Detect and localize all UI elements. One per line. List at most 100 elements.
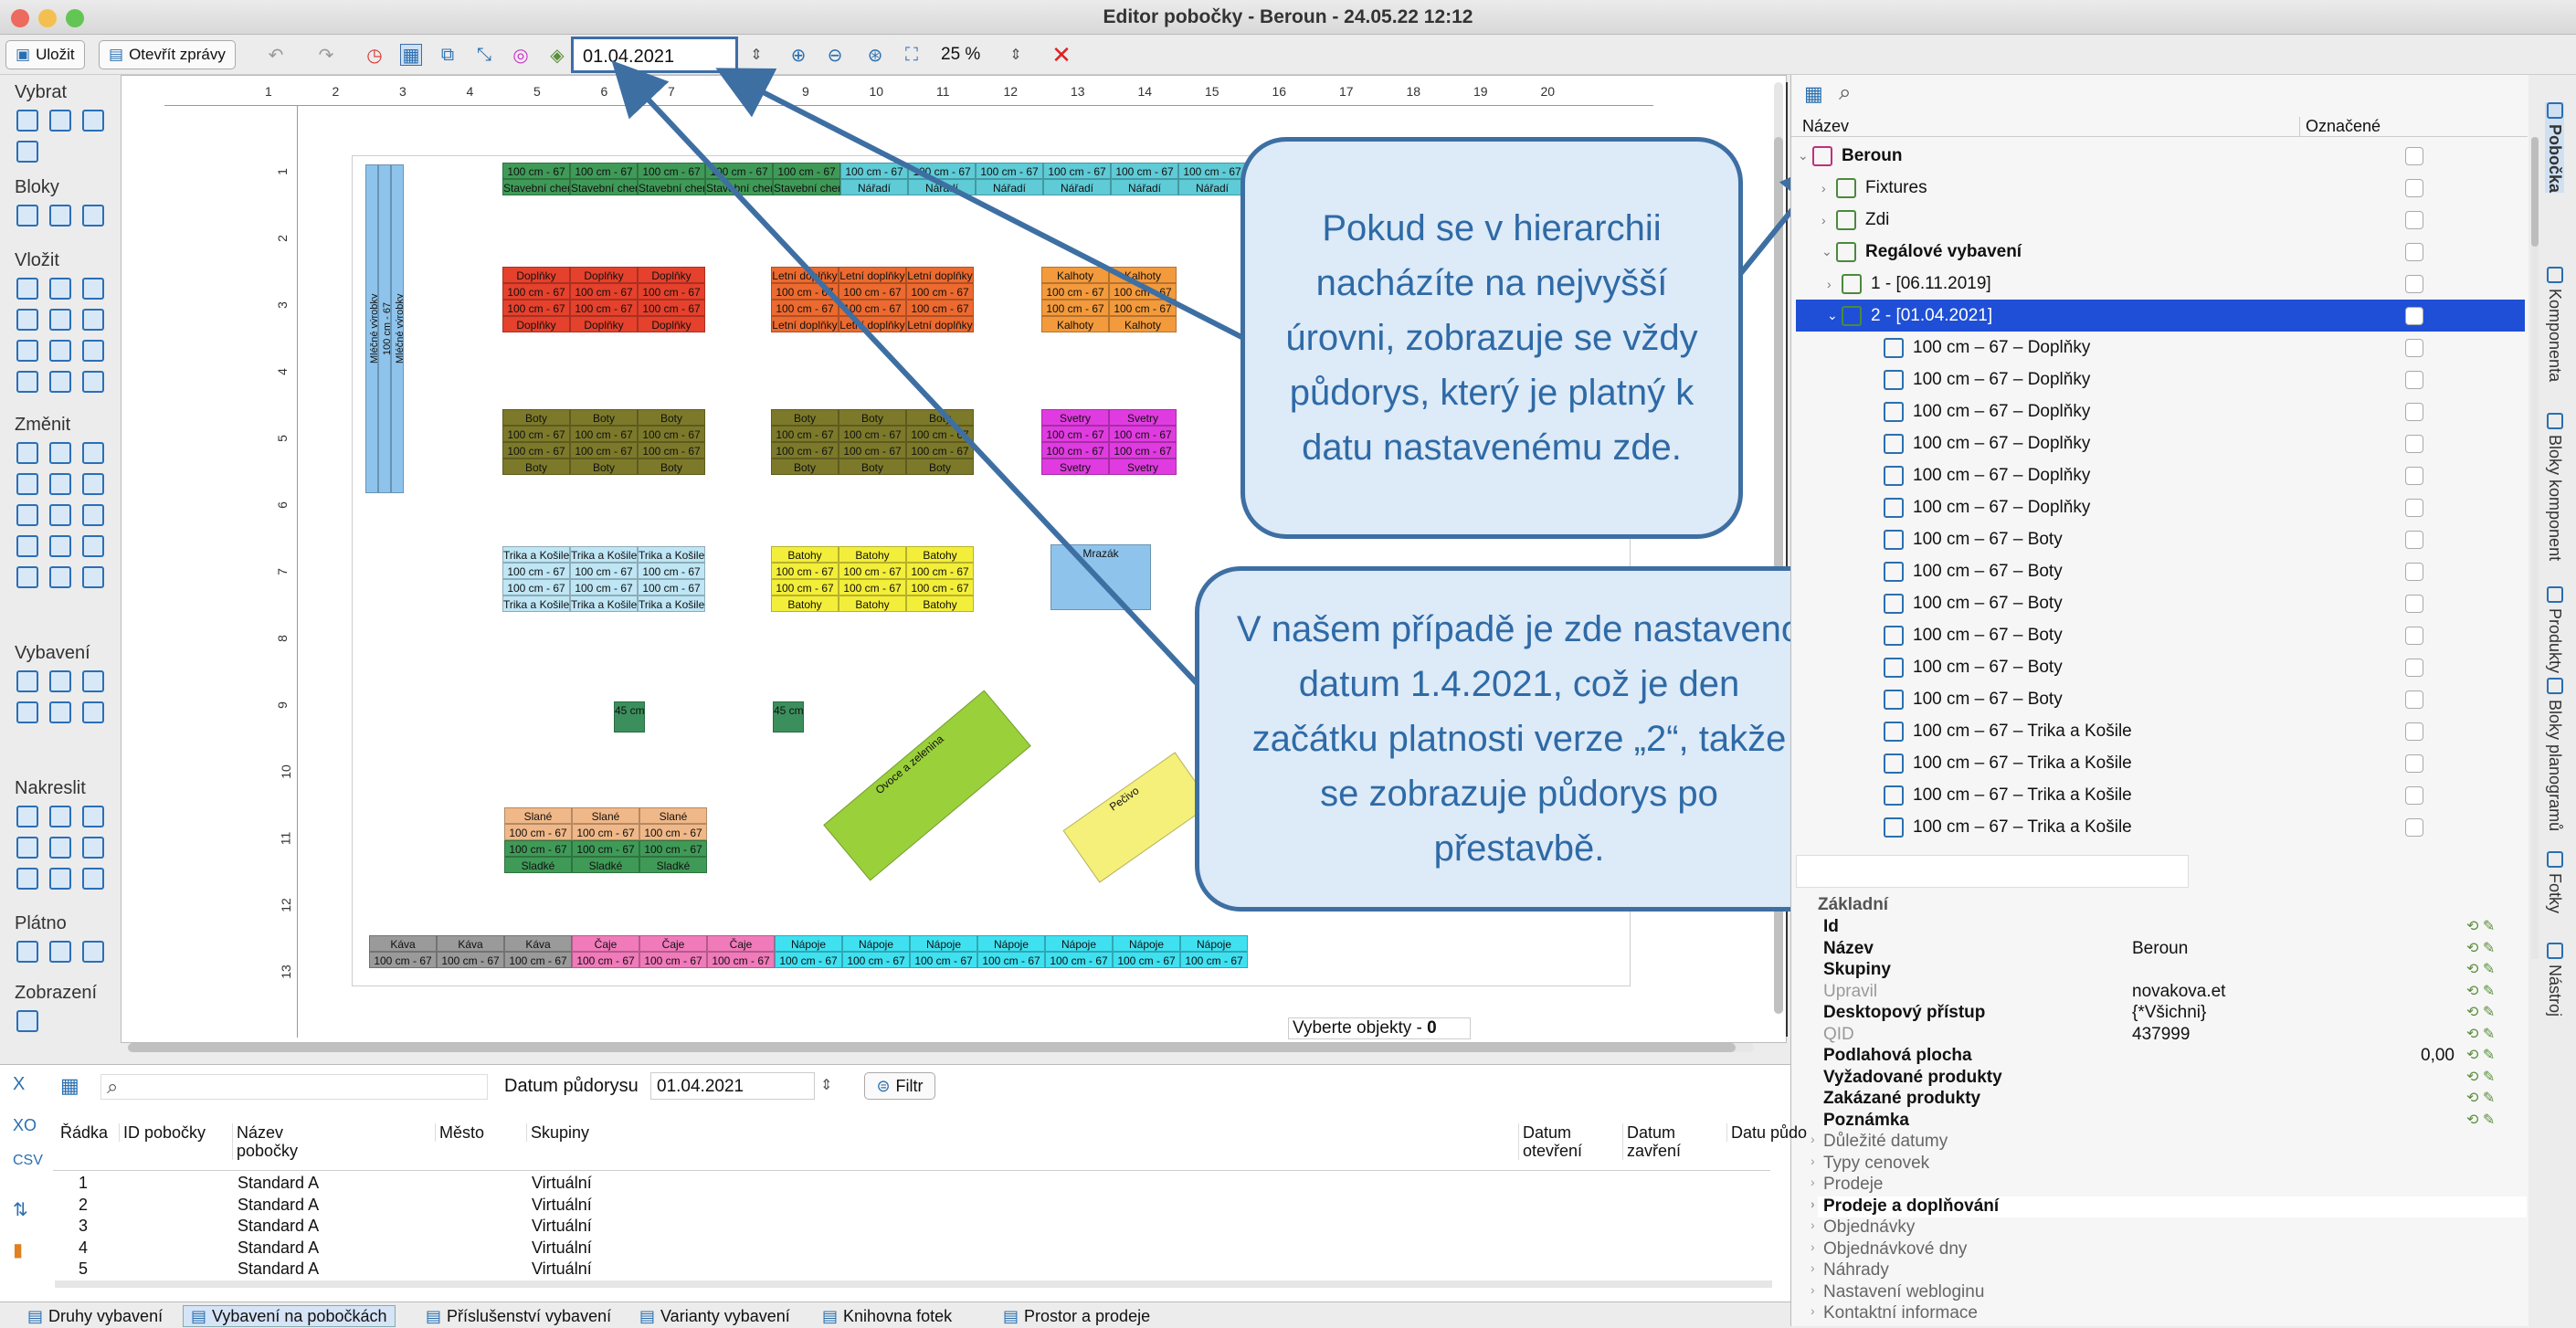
tree-checkbox[interactable] xyxy=(2405,594,2423,613)
side-tab[interactable]: Produkty xyxy=(2545,586,2564,673)
tree-row[interactable]: 100 cm – 67 – Doplňky xyxy=(1796,427,2525,459)
prop-edit-icon[interactable]: ⟲ ✎ xyxy=(2466,939,2495,957)
prop-edit-icon[interactable]: ⟲ ✎ xyxy=(2466,1089,2495,1107)
prop-value[interactable]: {*Všichni} xyxy=(2132,1003,2206,1023)
table-row[interactable]: 1 Standard A Virtuální xyxy=(53,1174,1770,1195)
tree-row[interactable]: 100 cm – 67 – Boty xyxy=(1796,587,2525,619)
prop-group[interactable]: › Náhrady xyxy=(1811,1260,2527,1281)
tree-chevron-icon[interactable]: ⌄ xyxy=(1821,244,1832,259)
prop-value[interactable]: novakova.et xyxy=(2132,982,2225,1002)
bottom-tab[interactable]: ▤ Varianty vybavení xyxy=(632,1305,797,1327)
tab-pobocka[interactable]: Pobočka xyxy=(2545,102,2564,194)
grid-col-header[interactable]: Název pobočky xyxy=(232,1123,323,1160)
tree-row[interactable]: 100 cm – 67 – Doplňky xyxy=(1796,395,2525,427)
tree-checkbox[interactable] xyxy=(2405,754,2423,773)
panel-grid-icon[interactable]: ▦ xyxy=(1804,82,1823,106)
grid-col-header[interactable]: ID pobočky xyxy=(119,1123,210,1142)
side-tab[interactable]: Fotky xyxy=(2545,851,2564,913)
prop-group[interactable]: › Nastavení webloginu xyxy=(1811,1282,2527,1303)
tree-chevron-icon[interactable]: ⌄ xyxy=(1798,148,1809,163)
prop-group[interactable]: › Důležité datumy xyxy=(1811,1132,2527,1153)
table-row[interactable]: 2 Standard A Virtuální xyxy=(53,1196,1770,1217)
tree-row[interactable]: 100 cm – 67 – Trika a Košile xyxy=(1796,715,2525,747)
tree-row[interactable]: › 1 - [06.11.2019] xyxy=(1796,268,2525,300)
tree-checkbox[interactable] xyxy=(2405,785,2423,805)
tree-row[interactable]: 100 cm – 67 – Boty xyxy=(1796,651,2525,683)
tree-row[interactable]: › Zdi xyxy=(1796,204,2525,236)
prop-edit-icon[interactable]: ⟲ ✎ xyxy=(2466,1003,2495,1021)
prop-group[interactable]: › Objednávky xyxy=(1811,1217,2527,1238)
tree-row[interactable]: › Fixtures xyxy=(1796,172,2525,204)
prop-value[interactable]: Beroun xyxy=(2132,939,2188,959)
tree-checkbox[interactable] xyxy=(2405,146,2423,165)
tree-row[interactable]: 100 cm – 67 – Doplňky xyxy=(1796,364,2525,395)
floor-date-input[interactable]: 01.04.2021 xyxy=(650,1072,815,1100)
tree-checkbox[interactable] xyxy=(2405,658,2423,677)
prop-group[interactable]: › Objednávkové dny xyxy=(1811,1239,2527,1260)
tree-chevron-icon[interactable]: › xyxy=(1821,213,1826,227)
table-row[interactable]: 3 Standard A Virtuální xyxy=(53,1217,1770,1238)
excel-icon[interactable]: X xyxy=(13,1074,25,1095)
tree-row[interactable]: 100 cm – 67 – Trika a Košile xyxy=(1796,811,2525,843)
side-tab[interactable]: Komponenta xyxy=(2545,267,2564,382)
export-csv-icon[interactable]: CSV xyxy=(13,1153,43,1169)
bottom-tab[interactable]: ▤ Prostor a prodeje xyxy=(996,1305,1157,1327)
tree-row[interactable]: ⌄ Beroun xyxy=(1796,140,2525,172)
tree-row[interactable]: 100 cm – 67 – Doplňky xyxy=(1796,491,2525,523)
table-row[interactable]: 4 Standard A Virtuální xyxy=(53,1238,1770,1259)
tree-row[interactable]: 100 cm – 67 – Boty xyxy=(1796,619,2525,651)
tree-chevron-icon[interactable]: ⌄ xyxy=(1827,308,1838,323)
prop-group[interactable]: › Prodeje a doplňování xyxy=(1811,1196,2527,1217)
tree-row[interactable]: ⌄ Regálové vybavení xyxy=(1796,236,2525,268)
bottom-tab[interactable]: ▤ Vybavení na pobočkách xyxy=(183,1305,396,1327)
tree-checkbox[interactable] xyxy=(2405,306,2423,325)
bottom-tab[interactable]: ▤ Knihovna fotek xyxy=(815,1305,959,1327)
grid-col-header[interactable]: Datu půdo xyxy=(1726,1123,1818,1142)
tree-checkbox[interactable] xyxy=(2405,690,2423,709)
grid-col-header[interactable]: Datum zavření xyxy=(1622,1123,1714,1160)
tree-checkbox[interactable] xyxy=(2405,817,2423,837)
prop-edit-icon[interactable]: ⟲ ✎ xyxy=(2466,982,2495,1000)
tree-checkbox[interactable] xyxy=(2405,434,2423,453)
tree-row[interactable]: 100 cm – 67 – Boty xyxy=(1796,523,2525,555)
bottom-tab[interactable]: ▤ Příslušenství vybavení xyxy=(418,1305,618,1327)
tree-checkbox[interactable] xyxy=(2405,402,2423,421)
search-icon[interactable]: ⌕ xyxy=(1839,80,1851,106)
prop-edit-icon[interactable]: ⟲ ✎ xyxy=(2466,917,2495,935)
tree-checkbox[interactable] xyxy=(2405,338,2423,357)
tree-row[interactable]: 100 cm – 67 – Boty xyxy=(1796,683,2525,715)
bottom-tab[interactable]: ▤ Druhy vybavení xyxy=(20,1305,170,1327)
prop-edit-icon[interactable]: ⟲ ✎ xyxy=(2466,1025,2495,1043)
tree-scrollbar[interactable] xyxy=(2531,137,2539,959)
property-filter-input[interactable] xyxy=(1796,855,2189,888)
tree-row[interactable]: 100 cm – 67 – Trika a Košile xyxy=(1796,747,2525,779)
grid-search-input[interactable]: ⌕ xyxy=(100,1074,488,1100)
tree-checkbox[interactable] xyxy=(2405,370,2423,389)
prop-group[interactable]: › Typy cenovek xyxy=(1811,1154,2527,1175)
tree-row[interactable]: 100 cm – 67 – Doplňky xyxy=(1796,459,2525,491)
tree-checkbox[interactable] xyxy=(2405,242,2423,261)
tree-checkbox[interactable] xyxy=(2405,178,2423,197)
prop-group[interactable]: › Kontaktní informace xyxy=(1811,1303,2527,1324)
prop-edit-icon[interactable]: ⟲ ✎ xyxy=(2466,960,2495,978)
prop-value[interactable]: 437999 xyxy=(2132,1025,2190,1045)
grid-col-header[interactable]: Skupiny xyxy=(526,1123,618,1142)
tree-checkbox[interactable] xyxy=(2405,498,2423,517)
grid-col-header[interactable]: Město xyxy=(435,1123,526,1142)
tree-chevron-icon[interactable]: › xyxy=(1827,277,1832,291)
import-icon[interactable]: ⇅ xyxy=(13,1198,28,1221)
prop-edit-icon[interactable]: ⟲ ✎ xyxy=(2466,1046,2495,1064)
chart-icon[interactable]: ▮ xyxy=(13,1238,23,1261)
filter-button[interactable]: ⊜ Filtr xyxy=(864,1072,935,1100)
grid-col-header[interactable]: Datum otevření xyxy=(1518,1123,1610,1160)
side-tab[interactable]: Bloky planogramů xyxy=(2545,678,2564,831)
tree-row[interactable]: 100 cm – 67 – Boty xyxy=(1796,555,2525,587)
tree-checkbox[interactable] xyxy=(2405,530,2423,549)
tree-row[interactable]: ⌄ 2 - [01.04.2021] xyxy=(1796,300,2525,332)
tree-checkbox[interactable] xyxy=(2405,722,2423,741)
floor-date-stepper-icon[interactable]: ⇕ xyxy=(820,1076,832,1094)
tree-checkbox[interactable] xyxy=(2405,274,2423,293)
table-row[interactable]: 5 Standard A Virtuální xyxy=(53,1259,1770,1281)
prop-edit-icon[interactable]: ⟲ ✎ xyxy=(2466,1068,2495,1086)
grid-scrollbar[interactable] xyxy=(55,1281,1772,1288)
